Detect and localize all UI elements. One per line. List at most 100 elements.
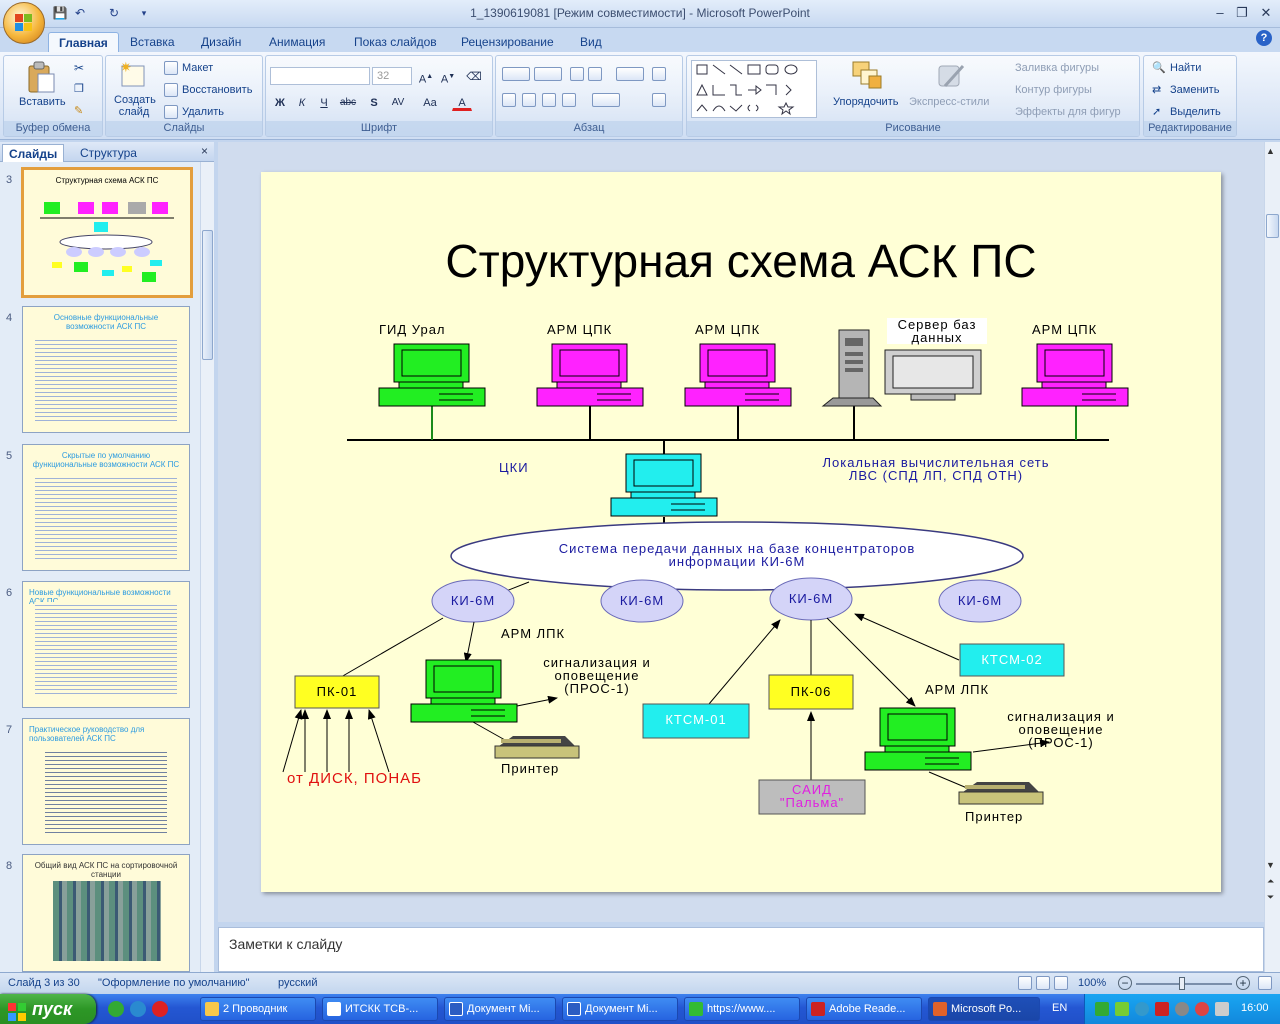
decrease-indent-icon[interactable]	[570, 67, 584, 81]
taskbar-explorer[interactable]: 2 Проводник	[200, 997, 316, 1021]
theme-name[interactable]: "Оформление по умолчанию"	[98, 977, 250, 989]
tab-slideshow[interactable]: Показ слайдов	[344, 32, 447, 52]
help-icon[interactable]: ?	[1256, 30, 1272, 46]
slideshow-view-icon[interactable]	[1054, 976, 1068, 990]
qat-customize-icon[interactable]: ▾	[136, 5, 152, 21]
language-status[interactable]: русский	[278, 977, 317, 989]
tab-slides[interactable]: Слайды	[2, 144, 65, 162]
tab-animation[interactable]: Анимация	[259, 32, 335, 52]
align-right-icon[interactable]	[542, 93, 556, 107]
new-slide-button[interactable]: Создать слайд	[114, 94, 156, 118]
normal-view-icon[interactable]	[1018, 976, 1032, 990]
copy-icon[interactable]: ❐	[74, 82, 84, 95]
shapes-gallery[interactable]	[691, 60, 817, 118]
tab-insert[interactable]: Вставка	[120, 32, 185, 52]
quick-styles-button[interactable]: Экспресс-стили	[909, 96, 989, 108]
quicklaunch-icon[interactable]	[130, 1001, 146, 1017]
select-button[interactable]: Выделить	[1170, 106, 1221, 118]
notes-placeholder[interactable]: Заметки к слайду	[229, 936, 342, 952]
format-painter-icon[interactable]: ✎	[74, 104, 83, 117]
slide-thumbnail[interactable]: Общий вид АСК ПС на сортировочной станци…	[22, 854, 190, 972]
shape-effects-button[interactable]: Эффекты для фигур	[1015, 106, 1121, 118]
italic-button[interactable]: К	[292, 93, 312, 111]
tab-design[interactable]: Дизайн	[191, 32, 251, 52]
pane-scrollbar[interactable]	[200, 162, 214, 972]
fit-window-icon[interactable]	[1258, 976, 1272, 990]
taskbar-word[interactable]: Документ Mi...	[562, 997, 678, 1021]
taskbar-browser[interactable]: https://www....	[684, 997, 800, 1021]
taskbar-window[interactable]: ИТСКК ТСВ-...	[322, 997, 438, 1021]
font-name-combo[interactable]	[270, 67, 370, 85]
next-slide-icon[interactable]: ⏷	[1267, 892, 1274, 903]
align-left-icon[interactable]	[502, 93, 516, 107]
tray-icon[interactable]	[1095, 1002, 1109, 1016]
slide[interactable]: Структурная схема АСК ПС ГИД Урал АРМ ЦП…	[261, 172, 1221, 892]
underline-button[interactable]: Ч	[314, 93, 334, 111]
zoom-out-icon[interactable]: −	[1118, 976, 1132, 990]
tray-icon[interactable]	[1115, 1002, 1129, 1016]
strikethrough-button[interactable]: abc	[338, 93, 358, 111]
replace-button[interactable]: Заменить	[1170, 84, 1219, 96]
bold-button[interactable]: Ж	[270, 93, 290, 111]
tab-home[interactable]: Главная	[48, 32, 119, 52]
minimize-button[interactable]: ‒	[1208, 4, 1232, 22]
redo-icon[interactable]: ↻	[106, 5, 122, 21]
taskbar-word[interactable]: Документ Mi...	[444, 997, 556, 1021]
paste-button[interactable]: Вставить	[19, 96, 66, 108]
text-direction-icon[interactable]	[652, 67, 666, 81]
scroll-thumb[interactable]	[1266, 214, 1279, 238]
columns-icon[interactable]	[592, 93, 620, 107]
pane-scroll-thumb[interactable]	[202, 230, 213, 360]
grow-font-icon[interactable]: A▲	[416, 67, 436, 86]
maximize-button[interactable]: ❐	[1230, 4, 1254, 22]
slide-thumbnail[interactable]: Структурная схема АСК ПС	[21, 167, 193, 298]
tray-icon[interactable]	[1135, 1002, 1149, 1016]
arrange-icon[interactable]	[849, 60, 885, 92]
pane-close-icon[interactable]: ×	[201, 144, 208, 158]
zoom-level[interactable]: 100%	[1078, 977, 1106, 989]
justify-icon[interactable]	[562, 93, 576, 107]
increase-indent-icon[interactable]	[588, 67, 602, 81]
save-icon[interactable]: 💾	[52, 5, 68, 21]
slide-thumbnail[interactable]: Новые функциональные возможности АСК ПС	[22, 581, 190, 708]
cut-icon[interactable]: ✂	[74, 61, 84, 75]
line-spacing-icon[interactable]	[616, 67, 644, 81]
shadow-button[interactable]: S	[364, 93, 384, 111]
align-text-icon[interactable]	[652, 93, 666, 107]
layout-button[interactable]: Макет	[182, 62, 213, 74]
clock[interactable]: 16:00	[1241, 1002, 1269, 1014]
slide-scrollbar[interactable]: ▲ ▼ ⏶ ⏷	[1264, 142, 1280, 972]
paste-icon[interactable]	[26, 60, 56, 94]
font-size-combo[interactable]: 32	[372, 67, 412, 85]
shape-fill-button[interactable]: Заливка фигуры	[1015, 62, 1099, 74]
spacing-button[interactable]: AV	[388, 93, 408, 111]
notes-pane[interactable]: Заметки к слайду	[218, 927, 1264, 972]
previous-slide-icon[interactable]: ⏶	[1267, 876, 1274, 887]
start-button[interactable]: пуск	[0, 994, 96, 1024]
slide-thumbnail[interactable]: Основные функциональные возможности АСК …	[22, 306, 190, 433]
tray-icon[interactable]	[1175, 1002, 1189, 1016]
tab-review[interactable]: Рецензирование	[451, 32, 564, 52]
quicklaunch-icon[interactable]	[108, 1001, 124, 1017]
volume-icon[interactable]	[1215, 1002, 1229, 1016]
delete-button[interactable]: Удалить	[182, 106, 224, 118]
shrink-font-icon[interactable]: A▼	[438, 67, 458, 86]
sorter-view-icon[interactable]	[1036, 976, 1050, 990]
taskbar-powerpoint[interactable]: Microsoft Po...	[928, 997, 1040, 1021]
scroll-down-icon[interactable]: ▼	[1266, 860, 1275, 870]
slide-thumbnail[interactable]: Практическое руководство для пользовател…	[22, 718, 190, 845]
new-slide-icon[interactable]: ✷	[118, 59, 146, 90]
find-button[interactable]: Найти	[1170, 62, 1201, 74]
taskbar-adobe[interactable]: Adobe Reade...	[806, 997, 922, 1021]
close-button[interactable]: ✕	[1254, 4, 1278, 22]
scroll-up-icon[interactable]: ▲	[1266, 146, 1275, 156]
clear-format-icon[interactable]: ⌫	[464, 67, 484, 85]
reset-button[interactable]: Восстановить	[182, 84, 252, 96]
numbering-icon[interactable]	[534, 67, 562, 81]
undo-icon[interactable]: ↶	[72, 5, 88, 21]
font-color-button[interactable]: A	[452, 93, 472, 111]
zoom-in-icon[interactable]: +	[1236, 976, 1250, 990]
slide-title[interactable]: Структурная схема АСК ПС	[261, 234, 1221, 288]
input-language[interactable]: EN	[1052, 1002, 1067, 1014]
antivirus-icon[interactable]	[1155, 1002, 1169, 1016]
